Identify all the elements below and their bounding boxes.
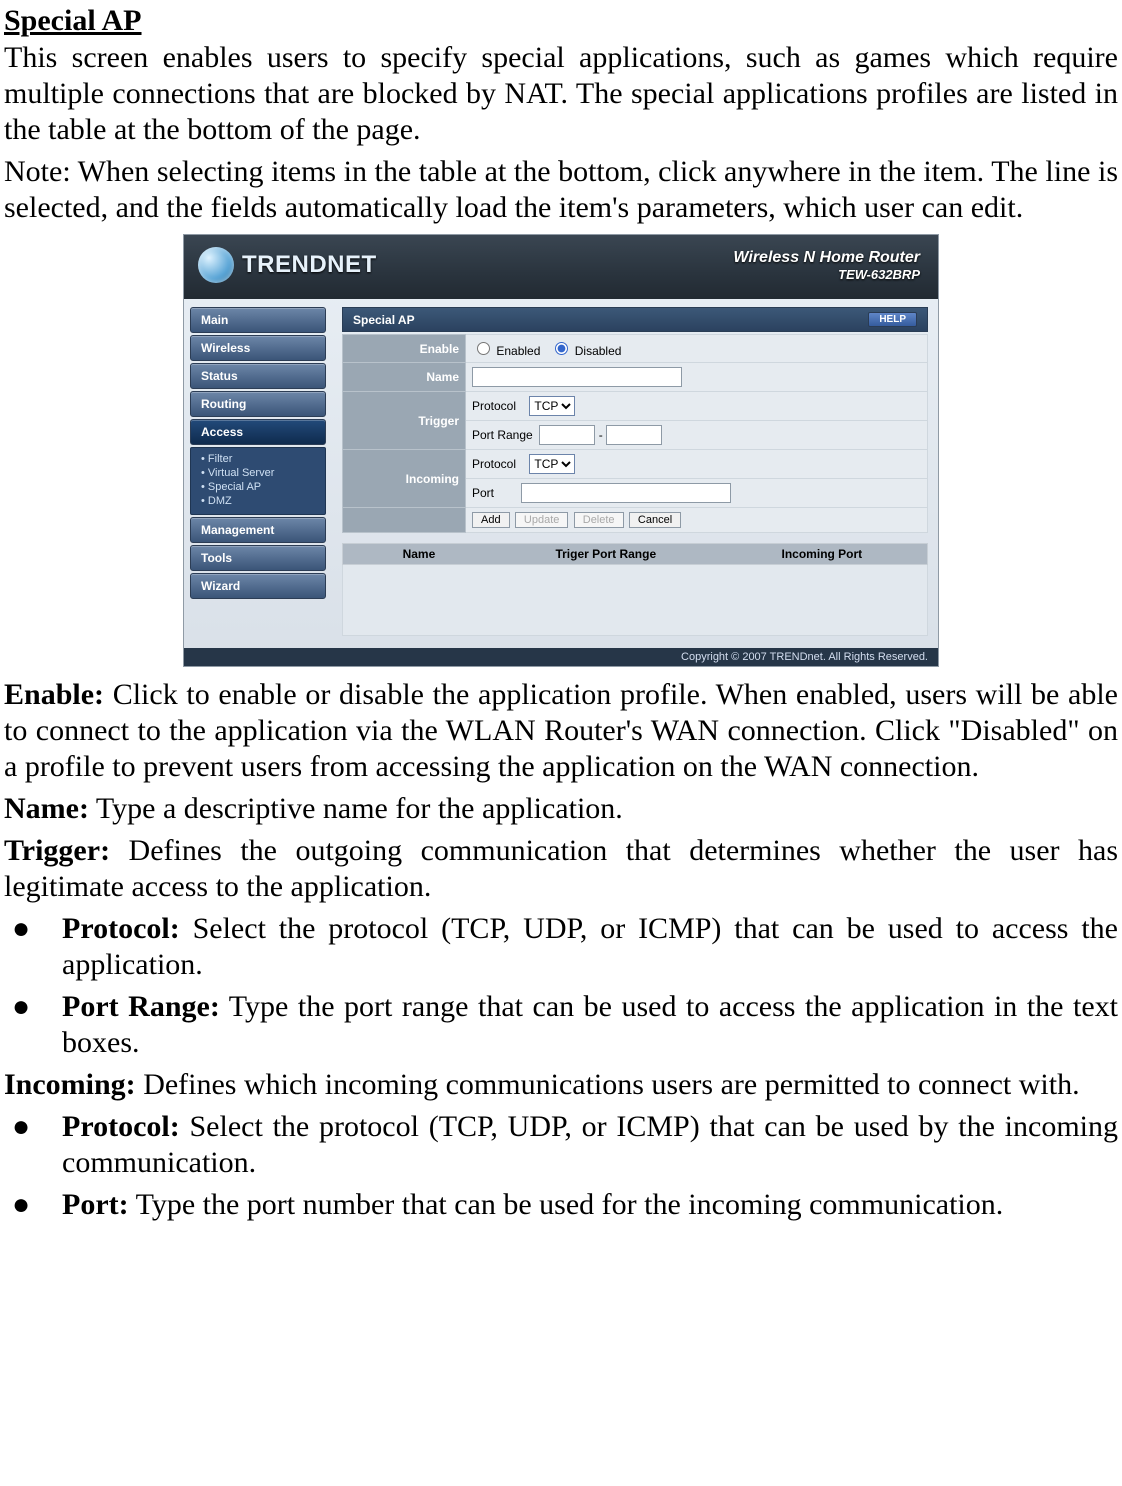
incoming-protocol-select[interactable]: TCP [529, 454, 575, 474]
cancel-button[interactable] [629, 512, 681, 528]
subnav-special-ap[interactable]: Special AP [201, 480, 319, 494]
router-header: TRENDNET Wireless N Home Router TEW-632B… [184, 235, 938, 299]
radio-disabled-label[interactable]: Disabled [550, 344, 621, 358]
label-name: Name [343, 363, 466, 392]
nav-access[interactable]: Access [190, 419, 326, 445]
radio-enabled-text: Enabled [496, 344, 540, 358]
col-trigger: Triger Port Range [495, 544, 717, 564]
brand-logo-icon [198, 247, 234, 283]
name-input[interactable] [472, 367, 682, 387]
product-model: TEW-632BRP [733, 267, 920, 282]
trigger-protocol-select[interactable]: TCP [529, 396, 575, 416]
enable-desc: Enable: Click to enable or disable the a… [4, 677, 1118, 785]
sidebar-nav: Main Wireless Status Routing Access Filt… [184, 299, 332, 648]
nav-wireless[interactable]: Wireless [190, 335, 326, 361]
router-footer: Copyright © 2007 TRENDnet. All Rights Re… [184, 648, 938, 666]
label-trigger: Trigger [343, 392, 466, 450]
subnav-dmz[interactable]: DMZ [201, 494, 319, 508]
label-enable: Enable [343, 335, 466, 363]
trigger-portrange-bullet: Port Range: Type the port range that can… [62, 989, 1118, 1061]
incoming-port-label: Port [472, 486, 494, 500]
label-incoming: Incoming [343, 450, 466, 508]
incoming-port-input[interactable] [521, 483, 731, 503]
trigger-protocol-bullet: Protocol: Select the protocol (TCP, UDP,… [62, 911, 1118, 983]
radio-enabled[interactable] [477, 342, 490, 355]
trigger-desc: Trigger: Defines the outgoing communicat… [4, 833, 1118, 905]
nav-wizard[interactable]: Wizard [190, 573, 326, 599]
col-name: Name [343, 544, 495, 564]
incoming-protocol-label: Protocol [472, 457, 516, 471]
update-button[interactable] [515, 512, 568, 528]
radio-disabled[interactable] [555, 342, 568, 355]
nav-access-submenu: Filter Virtual Server Special AP DMZ [190, 447, 326, 515]
list-header: Name Triger Port Range Incoming Port [342, 543, 928, 565]
radio-enabled-label[interactable]: Enabled [472, 344, 540, 358]
label-blank [343, 508, 466, 533]
brand-name: TRENDNET [242, 251, 377, 279]
trigger-port-to[interactable] [606, 425, 662, 445]
panel-title: Special AP [353, 313, 415, 327]
name-desc: Name: Type a descriptive name for the ap… [4, 791, 1118, 827]
nav-main[interactable]: Main [190, 307, 326, 333]
trigger-protocol-label: Protocol [472, 399, 516, 413]
panel-title-bar: Special AP HELP [342, 307, 928, 332]
subnav-filter[interactable]: Filter [201, 452, 319, 466]
list-body-empty[interactable] [342, 565, 928, 636]
nav-tools[interactable]: Tools [190, 545, 326, 571]
radio-disabled-text: Disabled [575, 344, 622, 358]
incoming-port-bullet: Port: Type the port number that can be u… [62, 1187, 1118, 1223]
trigger-portrange-label: Port Range [472, 428, 533, 442]
delete-button[interactable] [574, 512, 624, 528]
router-screenshot: TRENDNET Wireless N Home Router TEW-632B… [183, 234, 939, 667]
subnav-virtual-server[interactable]: Virtual Server [201, 466, 319, 480]
trigger-port-from[interactable] [539, 425, 595, 445]
add-button[interactable] [472, 512, 510, 528]
section-title: Special AP [4, 4, 1118, 38]
nav-management[interactable]: Management [190, 517, 326, 543]
note-text: Note: When selecting items in the table … [4, 154, 1118, 226]
help-button[interactable]: HELP [868, 312, 917, 327]
product-name: Wireless N Home Router [733, 249, 920, 267]
intro-text: This screen enables users to specify spe… [4, 40, 1118, 148]
nav-routing[interactable]: Routing [190, 391, 326, 417]
col-incoming: Incoming Port [717, 544, 927, 564]
incoming-protocol-bullet: Protocol: Select the protocol (TCP, UDP,… [62, 1109, 1118, 1181]
incoming-desc: Incoming: Defines which incoming communi… [4, 1067, 1118, 1103]
nav-status[interactable]: Status [190, 363, 326, 389]
